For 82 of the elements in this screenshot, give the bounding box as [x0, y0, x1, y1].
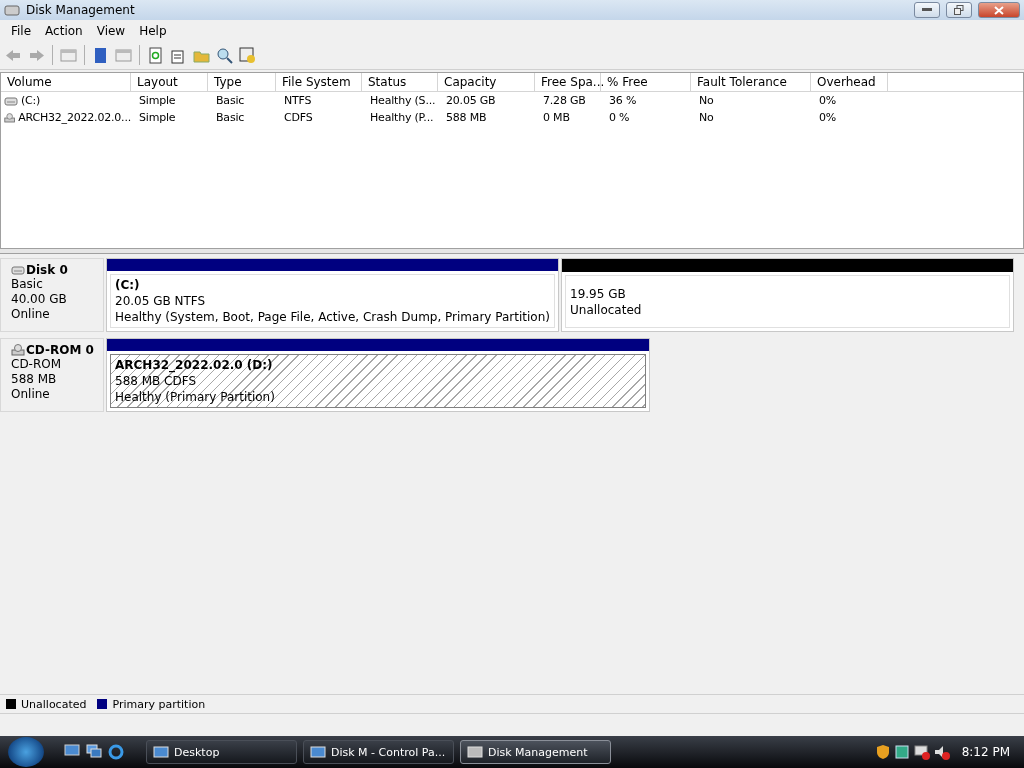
taskbar-button[interactable]: Disk Management	[460, 740, 611, 764]
table-cell-text: 20.05 GB	[446, 93, 496, 109]
taskbar-button[interactable]: Desktop	[146, 740, 297, 764]
volume-muted-icon[interactable]	[933, 744, 950, 760]
legend-label: Primary partition	[112, 697, 206, 711]
taskbar-button[interactable]: Disk M - Control Pa...	[303, 740, 454, 764]
partition-title: (C:)	[115, 277, 141, 293]
search-icon[interactable]	[215, 45, 234, 65]
table-cell-text: (C:)	[21, 93, 41, 109]
partition-detail: Healthy (System, Boot, Page File, Active, Crash Dump, Primary Partition)	[115, 309, 550, 325]
disk-detail: 40.00 GB	[11, 292, 68, 307]
disk-detail: Basic	[11, 277, 44, 292]
window-title: Disk Management	[26, 3, 136, 17]
table-cell-text: ARCH32_2022.02.0...	[18, 110, 131, 126]
close-icon	[994, 5, 1004, 15]
restore-button[interactable]	[946, 2, 972, 18]
table-cell-text: 0%	[819, 93, 837, 109]
table-cell-text: CDFS	[284, 110, 313, 126]
shield-icon[interactable]	[875, 744, 890, 760]
legend-label: Unallocated	[21, 697, 87, 711]
table-cell-text: NTFS	[284, 93, 312, 109]
clock[interactable]: 8:12 PM	[961, 745, 1010, 759]
table-cell-text: 36 %	[609, 93, 637, 109]
window-icon	[310, 745, 326, 759]
disk-detail: Online	[11, 307, 51, 322]
column-header[interactable]: Volume	[1, 73, 131, 91]
partition-block[interactable]: (C:) 20.05 GB NTFS Healthy (System, Boot, Page File, Active, Crash Dump, Primary Partition)	[106, 258, 559, 332]
disk-drive-icon	[11, 264, 25, 276]
column-header[interactable]: File System	[276, 73, 362, 91]
close-button[interactable]	[978, 2, 1020, 18]
table-cell-text: No	[699, 93, 714, 109]
network-error-icon[interactable]	[913, 744, 930, 760]
network-icon[interactable]	[893, 744, 910, 760]
menu-item[interactable]: Help	[132, 23, 174, 38]
table-cell-text: No	[699, 110, 714, 126]
table-cell-text: Healthy (P...	[370, 110, 434, 126]
disk-detail: Online	[11, 387, 51, 402]
restore-icon	[954, 5, 964, 15]
disk-detail: 588 MB	[11, 372, 58, 387]
table-cell-text: 588 MB	[446, 110, 487, 126]
column-header[interactable]: Fault Tolerance	[691, 73, 811, 91]
table-cell-text: Simple	[139, 110, 176, 126]
partition-detail: 19.95 GB	[570, 285, 627, 302]
partition-detail: 20.05 GB NTFS	[115, 293, 207, 309]
disk-name: Disk 0	[26, 263, 68, 277]
table-cell-text: Simple	[139, 93, 176, 109]
partition-title: ARCH32_2022.02.0 (D:)	[115, 357, 274, 373]
table-cell-text: 0 MB	[543, 110, 570, 126]
partition-detail: Healthy (Primary Partition)	[115, 389, 276, 405]
cd-drive-icon	[4, 111, 16, 124]
table-cell-text: Healthy (S...	[370, 93, 436, 109]
menu-item[interactable]: View	[89, 23, 133, 38]
table-cell-text: 0%	[819, 110, 837, 126]
column-header[interactable]: Capacity	[438, 73, 535, 91]
disk-drive-icon	[4, 94, 18, 107]
window-icon	[153, 745, 169, 759]
menu-item[interactable]: File	[4, 23, 39, 38]
column-header[interactable]: Overhead	[811, 73, 888, 91]
table-cell-text: 0 %	[609, 110, 630, 126]
disk-detail: CD-ROM	[11, 357, 63, 372]
menu-item[interactable]: Action	[38, 23, 90, 38]
partition-detail: Unallocated	[570, 301, 643, 318]
table-cell-text: Basic	[216, 110, 245, 126]
table-cell-text: Basic	[216, 93, 245, 109]
minimize-icon	[922, 8, 932, 12]
desktop-icon[interactable]	[64, 744, 80, 758]
column-header[interactable]: Type	[208, 73, 276, 91]
partition-detail: 588 MB CDFS	[115, 373, 198, 389]
column-header[interactable]: Free Spa...	[535, 73, 601, 91]
table-cell-text: 7.28 GB	[543, 93, 586, 109]
window-switch-icon[interactable]	[86, 744, 102, 758]
column-header[interactable]: Status	[362, 73, 438, 91]
refresh-icon[interactable]	[146, 45, 165, 65]
start-button[interactable]	[8, 737, 44, 767]
disk-drive-icon	[4, 3, 20, 17]
disk-drive-icon	[467, 745, 483, 759]
column-header[interactable]: Layout	[131, 73, 208, 91]
partition-block[interactable]: 19.95 GB Unallocated	[561, 258, 1014, 332]
disk-name: CD-ROM 0	[26, 343, 94, 357]
partition-block[interactable]: ARCH32_2022.02.0 (D:) 588 MB CDFS Healthy (Primary Partition)	[106, 338, 650, 412]
minimize-button[interactable]	[914, 2, 940, 18]
cd-drive-icon	[11, 344, 25, 356]
